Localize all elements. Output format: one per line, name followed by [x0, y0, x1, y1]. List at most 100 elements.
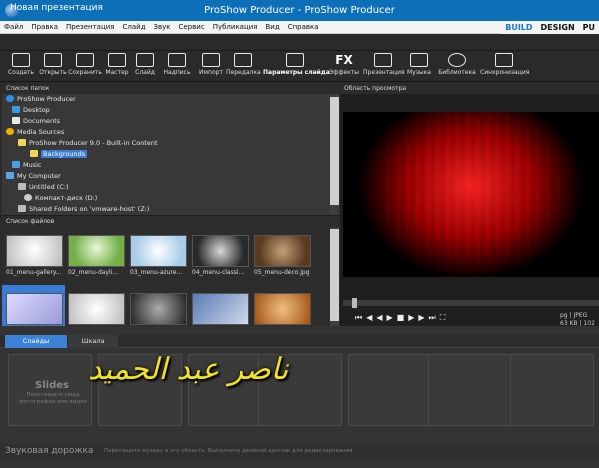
tree-item-drive-d[interactable]: Компакт-диск (D:) — [24, 194, 97, 204]
tree-item-builtin[interactable]: ProShow Producer 9.0 - Built-in Content — [18, 139, 158, 149]
menu-help[interactable]: Справка — [284, 21, 323, 31]
import-label: Импорт — [199, 69, 223, 76]
left-pane: Список папок ProShow Producer Desktop Do… — [2, 83, 339, 326]
tab-slides[interactable]: Слайды — [5, 335, 67, 348]
file-thumb-8[interactable] — [130, 293, 187, 325]
mode-tabs: BUILD DESIGN PU — [501, 21, 599, 34]
sync-button[interactable]: Синхронизация — [480, 53, 529, 76]
tree-label: Backgrounds — [41, 150, 88, 158]
tree-item-desktop[interactable]: Desktop — [12, 106, 50, 116]
music-button[interactable]: Музыка — [402, 53, 436, 76]
preview-header: Область просмотра — [340, 83, 599, 94]
file-thumb-9[interactable] — [192, 293, 249, 325]
new-label: Создать — [8, 69, 34, 76]
menu-publish[interactable]: Публикация — [209, 21, 262, 31]
forward-icon[interactable]: ▶▶ — [408, 313, 428, 322]
file-thumb-2[interactable] — [68, 235, 125, 267]
tree-label: ProShow Producer 9.0 - Built-in Content — [29, 139, 158, 147]
rewind-icon[interactable]: ◀◀ — [366, 313, 386, 322]
tree-item-documents[interactable]: Documents — [12, 117, 60, 127]
file-thumb-10[interactable] — [254, 293, 311, 325]
caption-label: Надпись — [163, 69, 191, 76]
transport-controls: ⏮◀◀▶■▶▶⏭⛶ — [355, 313, 449, 323]
play-icon[interactable]: ▶ — [387, 313, 397, 322]
menu-view[interactable]: Вид — [262, 21, 284, 31]
folder-scroll-thumb[interactable] — [330, 97, 339, 205]
tree-item-computer[interactable]: My Computer — [6, 172, 61, 182]
tree-label: Untitled (C:) — [29, 183, 69, 191]
save-button[interactable]: Сохранить — [68, 53, 102, 76]
wizard-icon — [108, 53, 126, 67]
tab-timeline[interactable]: Шкала — [68, 335, 118, 348]
fullscreen-icon[interactable]: ⛶ — [440, 313, 450, 322]
mode-publish[interactable]: PU — [579, 21, 599, 34]
file-label-1: 01_menu-gallery... — [6, 269, 62, 276]
file-thumb-1[interactable] — [6, 235, 63, 267]
tree-item-drive-z[interactable]: Shared Folders on 'vmware-host' (Z:) — [18, 205, 149, 215]
file-list-header: Список файлов — [2, 216, 339, 227]
show-icon — [374, 53, 392, 67]
menu-edit[interactable]: Правка — [27, 21, 62, 31]
music-note-icon — [12, 161, 20, 168]
mode-design[interactable]: DESIGN — [537, 21, 579, 34]
menu-show[interactable]: Презентация — [62, 21, 119, 31]
open-label: Открыть — [39, 69, 67, 76]
folder-icon — [30, 150, 38, 157]
open-button[interactable]: Открыть — [36, 53, 70, 76]
slide-options-button[interactable]: Параметры слайда — [263, 53, 330, 76]
remix-button[interactable]: Передалка — [226, 53, 261, 76]
file-label-3: 03_menu-azure... — [130, 269, 183, 276]
documents-icon — [12, 117, 20, 124]
folder-tree: ProShow Producer Desktop Documents Media… — [2, 94, 330, 215]
skip-start-icon[interactable]: ⏮ — [355, 313, 366, 322]
file-thumb-6[interactable] — [6, 293, 63, 325]
menu-audio[interactable]: Звук — [150, 21, 175, 31]
file-label-2: 02_menu-dayli... — [68, 269, 119, 276]
save-icon — [76, 53, 94, 67]
slide-button[interactable]: Слайд — [128, 53, 162, 76]
tree-item-media-sources[interactable]: Media Sources — [6, 128, 64, 138]
file-thumb-3[interactable] — [130, 235, 187, 267]
caption-button[interactable]: Надпись — [160, 53, 194, 76]
import-button[interactable]: Импорт — [194, 53, 228, 76]
sync-icon — [495, 53, 513, 67]
project-title: Новая презентация — [10, 3, 103, 13]
playback-progress[interactable] — [343, 300, 599, 306]
menu-file[interactable]: Файл — [0, 21, 27, 31]
tree-label: ProShow Producer — [17, 95, 76, 103]
cd-icon — [24, 194, 32, 201]
tree-item-drive-c[interactable]: Untitled (C:) — [18, 183, 69, 193]
progress-knob[interactable] — [352, 298, 357, 308]
file-thumb-4[interactable] — [192, 235, 249, 267]
tree-label: Music — [23, 161, 42, 169]
music-icon — [410, 53, 428, 67]
file-thumb-7[interactable] — [68, 293, 125, 325]
menu-slide[interactable]: Слайд — [119, 21, 150, 31]
new-button[interactable]: Создать — [4, 53, 38, 76]
audio-track-hint: Перетащите музыку в эту область. Выполни… — [104, 448, 355, 454]
project-bar — [0, 34, 599, 51]
effects-button[interactable]: FX Эффекты — [327, 53, 361, 76]
menu-tools[interactable]: Сервис — [175, 21, 209, 31]
slide-slot[interactable] — [428, 354, 512, 426]
show-label: Презентация — [363, 69, 405, 76]
slide-slot[interactable] — [348, 354, 432, 426]
file-label-5: 05_menu-deco.jpg — [254, 269, 310, 276]
library-button[interactable]: Библиотека — [438, 53, 476, 76]
tree-label: My Computer — [17, 172, 61, 180]
slide-options-label: Параметры слайда — [263, 69, 330, 76]
show-button[interactable]: Презентация — [363, 53, 405, 76]
slide-slot[interactable] — [510, 354, 594, 426]
library-label: Библиотека — [438, 69, 476, 76]
tree-item-music[interactable]: Music — [12, 161, 42, 171]
curtain-image — [343, 112, 599, 277]
file-scroll-thumb[interactable] — [330, 229, 339, 321]
stop-icon[interactable]: ■ — [397, 313, 409, 322]
skip-end-icon[interactable]: ⏭ — [429, 313, 440, 322]
open-icon — [44, 53, 62, 67]
file-type: pg | JPEG — [560, 312, 588, 319]
file-thumb-5[interactable] — [254, 235, 311, 267]
tree-item-proshow[interactable]: ProShow Producer — [6, 95, 76, 105]
mode-build[interactable]: BUILD — [501, 21, 536, 34]
tree-item-backgrounds[interactable]: Backgrounds — [30, 150, 88, 160]
